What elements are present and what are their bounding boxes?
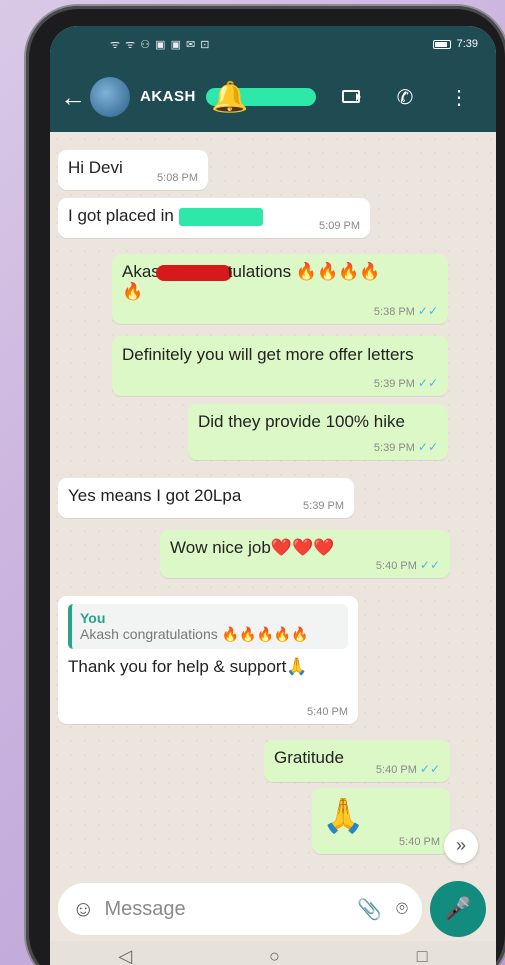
read-ticks-icon: ✓✓: [417, 376, 438, 390]
nav-recent-icon[interactable]: □: [417, 946, 428, 965]
message-composer: ☺ Message 📎 ⌾ 🎤: [58, 881, 486, 937]
avatar[interactable]: [90, 77, 130, 117]
read-ticks-icon: ✓✓: [417, 304, 438, 318]
redaction-mark: [178, 207, 263, 226]
phone-call-icon[interactable]: ✆: [378, 85, 432, 110]
more-icon[interactable]: ⋮: [432, 85, 486, 110]
message-bubble[interactable]: Hi Devi 5:08 PM: [58, 150, 208, 190]
message-bubble[interactable]: Gratitude 5:40 PM ✓✓: [264, 740, 450, 782]
message-bubble[interactable]: Yes means I got 20Lpa 5:39 PM: [58, 478, 354, 518]
status-icons: ᯤ ᯤ ⚇ ▣ ▣ ✉ ⊡: [110, 38, 211, 51]
nav-back-icon[interactable]: ◁: [118, 946, 132, 965]
message-bubble[interactable]: Akas tulations 🔥🔥🔥🔥 🔥 5:38 PM ✓✓: [112, 254, 448, 324]
message-bubble[interactable]: You Akash congratulations 🔥🔥🔥🔥🔥 Thank yo…: [58, 596, 358, 724]
status-bar: ᯤ ᯤ ⚇ ▣ ▣ ✉ ⊡ 7:39: [50, 26, 496, 62]
status-time: 7:39: [456, 38, 478, 50]
contact-name: AKASH: [140, 88, 196, 106]
message-bubble[interactable]: I got placed in 5:09 PM: [58, 198, 370, 238]
attach-icon[interactable]: 📎: [357, 897, 382, 922]
nav-home-icon[interactable]: ○: [269, 946, 280, 965]
read-ticks-icon: ✓✓: [419, 762, 440, 776]
read-ticks-icon: ✓✓: [419, 558, 440, 572]
camera-icon[interactable]: ⌾: [396, 898, 408, 921]
message-bubble[interactable]: Definitely you will get more offer lette…: [112, 336, 448, 396]
message-list[interactable]: Hi Devi 5:08 PM I got placed in 5:09 PM …: [50, 132, 496, 871]
message-input[interactable]: ☺ Message 📎 ⌾: [58, 883, 422, 935]
emoji-icon[interactable]: ☺: [72, 896, 94, 922]
message-bubble[interactable]: Wow nice job❤️❤️❤️ 5:40 PM ✓✓: [160, 530, 450, 578]
chat-header: ← AKASH 🔔 ✆ ⋮: [50, 62, 496, 132]
bell-icon: 🔔: [211, 80, 249, 114]
video-call-icon[interactable]: [324, 86, 378, 109]
system-navbar: ◁ ○ □: [50, 941, 496, 965]
redaction-mark: [155, 264, 232, 281]
battery-icon: [432, 39, 451, 49]
mic-icon[interactable]: 🎤: [430, 881, 486, 937]
whatsapp-chat-screen: ᯤ ᯤ ⚇ ▣ ▣ ✉ ⊡ 7:39 ← AKASH 🔔 ✆ ⋮ Hi Devi…: [50, 26, 496, 965]
message-bubble[interactable]: 🙏 5:40 PM: [312, 788, 450, 854]
read-ticks-icon: ✓✓: [417, 440, 438, 454]
message-bubble[interactable]: Did they provide 100% hike 5:39 PM ✓✓: [188, 404, 448, 460]
message-placeholder: Message: [104, 897, 186, 920]
scroll-down-icon[interactable]: »: [444, 829, 478, 863]
back-icon[interactable]: ←: [60, 82, 90, 113]
quoted-message[interactable]: You Akash congratulations 🔥🔥🔥🔥🔥: [68, 604, 348, 649]
